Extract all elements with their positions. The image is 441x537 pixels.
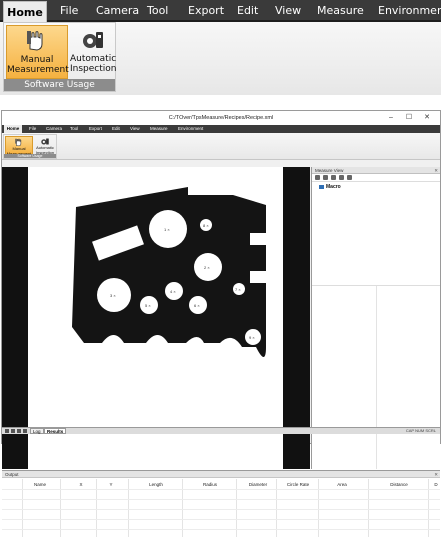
table-row <box>2 509 440 510</box>
output-header: Output ✕ <box>2 471 440 478</box>
part-silhouette: 1 × 2 × 3 × 4 × 5 × 6 × 7 × 8 × 9 × <box>72 187 266 357</box>
col-x[interactable]: X <box>76 481 86 488</box>
macro-label: Macro <box>326 184 341 190</box>
tool-icon-2[interactable] <box>323 175 328 180</box>
first-page-icon[interactable] <box>5 429 9 433</box>
menu-bar: Home File Camera Tool Export Edit View M… <box>2 125 440 134</box>
table-row <box>2 519 440 520</box>
measure-view-title: Measure View <box>315 168 344 173</box>
col-diameter[interactable]: Diameter <box>244 481 272 488</box>
zoom-menu-measure[interactable]: Measure <box>317 0 364 22</box>
hole-label-2: 2 × <box>204 265 210 270</box>
zoom-automatic-label-1: Automatic <box>70 54 117 64</box>
close-button[interactable]: ✕ <box>418 111 436 125</box>
menu-export[interactable]: Export <box>89 125 102 133</box>
zoom-menu-bar: Home File Camera Tool Export Edit View M… <box>0 0 441 23</box>
hole-label-5: 5 × <box>145 303 151 308</box>
zoom-automatic-label-2: Inspection <box>70 64 117 74</box>
table-row <box>2 489 440 490</box>
measure-view-header: Measure View ✕ <box>312 167 440 174</box>
zoom-menu-camera[interactable]: Camera <box>96 0 139 22</box>
status-bar: CAP NUM SCRL <box>405 428 436 433</box>
gear-camera-icon <box>83 32 103 48</box>
tool-icon-3[interactable] <box>331 175 336 180</box>
tool-icon-1[interactable] <box>315 175 320 180</box>
automatic-inspection-button[interactable]: Automatic Inspection <box>34 136 56 155</box>
zoom-menu-view[interactable]: View <box>275 0 301 22</box>
grid-divider <box>376 286 377 469</box>
zoom-automatic-inspection-button[interactable]: Automatic Inspection <box>70 25 117 79</box>
col-y[interactable]: Y <box>106 481 116 488</box>
camera-image[interactable]: 1 × 2 × 3 × 4 × 5 × 6 × 7 × 8 × 9 × <box>28 167 283 469</box>
hole-label-9: 9 × <box>249 335 255 340</box>
hole-label-3: 3 × <box>110 293 116 298</box>
tab-log[interactable]: Log <box>30 428 44 434</box>
maximize-button[interactable]: ☐ <box>400 111 418 125</box>
output-title: Output <box>5 472 19 477</box>
window-title: C:/TOver/TpsMeasure/Recipes/Recipe.xml <box>2 111 440 125</box>
zoom-menu-tool[interactable]: Tool <box>147 0 168 22</box>
hole-label-1: 1 × <box>164 227 170 232</box>
col-length[interactable]: Length <box>144 481 168 488</box>
tree-item-macro[interactable]: Macro <box>312 182 440 190</box>
menu-environment[interactable]: Environment <box>178 125 203 133</box>
zoom-manual-measurement-button[interactable]: Manual Measurement <box>6 25 69 79</box>
menu-edit[interactable]: Edit <box>112 125 120 133</box>
zoom-manual-label-1: Manual <box>20 55 54 65</box>
image-viewer[interactable]: 1 × 2 × 3 × 4 × 5 × 6 × 7 × 8 × 9 × <box>2 167 310 469</box>
prev-page-icon[interactable] <box>11 429 15 433</box>
tool-icon-5[interactable] <box>347 175 352 180</box>
col-d[interactable]: D <box>432 481 440 488</box>
ribbon: Manual Measurement Automatic Inspection … <box>2 133 440 160</box>
software-usage-group: Manual Measurement Automatic Inspection … <box>3 134 57 159</box>
tab-results[interactable]: Results <box>44 428 67 434</box>
zoom-software-usage-group: Manual Measurement Automatic Inspection … <box>3 22 117 92</box>
output-close-icon[interactable]: ✕ <box>434 471 438 478</box>
measure-view-panel: Measure View ✕ Macro <box>311 167 440 469</box>
col-circle-rate[interactable]: Circle Rate <box>282 481 314 488</box>
zoom-menu-file[interactable]: File <box>60 0 78 22</box>
table-row <box>2 499 440 500</box>
bottom-tab-bar: Log Results <box>2 427 440 434</box>
last-page-icon[interactable] <box>23 429 27 433</box>
col-radius[interactable]: Radius <box>198 481 222 488</box>
macro-icon <box>319 184 324 189</box>
property-grid <box>312 285 440 469</box>
tool-icon-4[interactable] <box>339 175 344 180</box>
menu-file[interactable]: File <box>29 125 36 133</box>
zoom-menu-environment[interactable]: Environment <box>378 0 441 22</box>
menu-measure[interactable]: Measure <box>150 125 168 133</box>
hand-measure-icon <box>27 31 43 51</box>
window-controls: – ☐ ✕ <box>382 111 436 125</box>
zoom-menu-export[interactable]: Export <box>188 0 224 22</box>
menu-view[interactable]: View <box>130 125 140 133</box>
measure-view-close-icon[interactable]: ✕ <box>434 167 438 174</box>
zoom-ribbon: Manual Measurement Automatic Inspection … <box>0 22 441 95</box>
manual-measurement-button[interactable]: Manual Measurement <box>5 136 33 155</box>
table-row <box>2 529 440 530</box>
hole-label-6: 6 × <box>194 303 200 308</box>
measure-view-toolbar <box>312 174 440 182</box>
zoom-manual-label-2: Measurement <box>7 65 69 75</box>
zoom-menu-edit[interactable]: Edit <box>237 0 258 22</box>
group-label: Software Usage <box>4 154 56 158</box>
zoomed-ribbon-view: Home File Camera Tool Export Edit View M… <box>0 0 441 95</box>
menu-tool[interactable]: Tool <box>70 125 78 133</box>
col-distance[interactable]: Distance <box>386 481 412 488</box>
minimize-button[interactable]: – <box>382 111 400 125</box>
zoom-group-label: Software Usage <box>4 79 115 91</box>
hole-label-4: 4 × <box>170 289 176 294</box>
results-table[interactable]: Name X Y Length Radius Diameter Circle R… <box>2 479 440 537</box>
output-panel: Output ✕ Name X Y Length Radius Diameter… <box>2 470 440 537</box>
col-name[interactable]: Name <box>30 481 50 488</box>
hole-label-8: 8 × <box>203 223 209 228</box>
hole-label-7: 7 × <box>235 287 241 292</box>
app-window: C:/TOver/TpsMeasure/Recipes/Recipe.xml –… <box>1 110 441 537</box>
menu-camera[interactable]: Camera <box>46 125 62 133</box>
next-page-icon[interactable] <box>17 429 21 433</box>
col-area[interactable]: Area <box>332 481 352 488</box>
zoom-menu-home[interactable]: Home <box>3 1 47 23</box>
